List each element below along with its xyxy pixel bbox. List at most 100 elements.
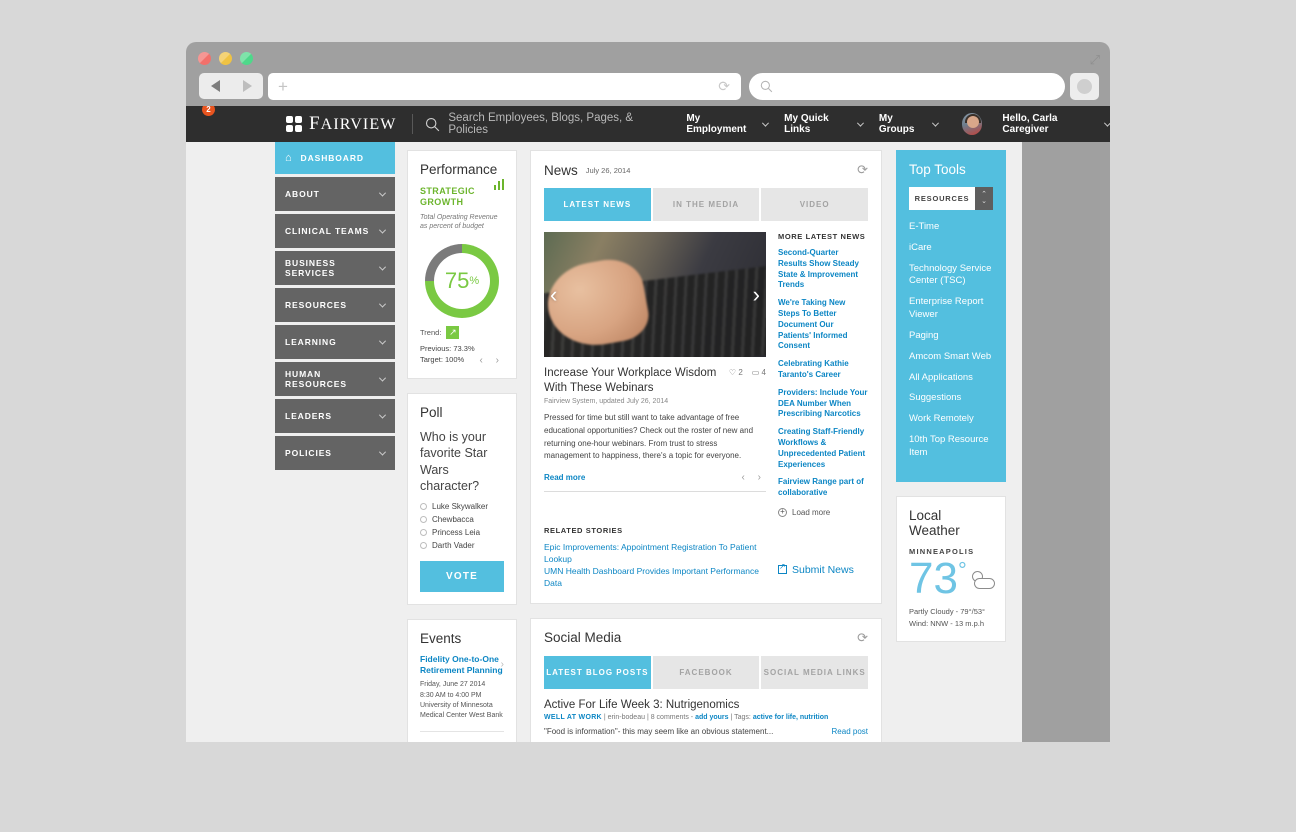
article-body: Pressed for time but still want to take … [544, 413, 754, 461]
sidebar-item-learning[interactable]: LEARNING [275, 325, 395, 359]
news-link[interactable]: Providers: Include Your DEA Number When … [778, 388, 868, 420]
poll-option-luke-skywalker[interactable]: Luke Skywalker [420, 502, 504, 511]
related-heading: RELATED STORIES [544, 525, 623, 535]
logo-text: FAIRVIEW [309, 113, 397, 134]
stepper-icon[interactable]: ⌃ ⌄ [975, 187, 993, 210]
carousel-next-button[interactable]: › [753, 282, 760, 308]
tool-link-suggestions[interactable]: Suggestions [909, 392, 993, 405]
event-item[interactable]: Employee Forums at 400 Stinson Monday, J… [420, 741, 504, 742]
tab-social-media-links[interactable]: SOCIAL MEDIA LINKS [761, 655, 869, 689]
window-controls[interactable] [198, 52, 253, 65]
radio-icon[interactable] [420, 503, 427, 511]
radio-icon[interactable] [420, 542, 427, 550]
new-tab-icon[interactable]: + [278, 78, 288, 95]
nav-my-groups[interactable]: My Groups [879, 113, 939, 135]
notification-badge[interactable]: 2 [202, 106, 215, 116]
sidebar-item-human-resources[interactable]: HUMAN RESOURCES [275, 362, 395, 396]
tab-facebook[interactable]: FACEBOOK [652, 655, 760, 689]
news-link[interactable]: We're Taking New Steps To Better Documen… [778, 298, 868, 352]
events-widget: Events Fidelity One-to-One Retirement Pl… [407, 619, 517, 742]
radio-icon[interactable] [420, 529, 427, 537]
refresh-icon[interactable]: ⟳ [857, 162, 868, 178]
news-link[interactable]: Fairview Range part of collaborative [778, 477, 868, 499]
event-item[interactable]: Fidelity One-to-One Retirement Planning … [420, 654, 504, 732]
sidebar-item-business-services[interactable]: BUSINESS SERVICES [275, 251, 395, 285]
poll-option-princess-leia[interactable]: Princess Leia [420, 528, 504, 537]
tool-link-work-remotely[interactable]: Work Remotely [909, 413, 993, 426]
post-tags[interactable]: active for life, nutrition [753, 714, 828, 721]
carousel-prev-button[interactable]: ‹ [550, 282, 557, 308]
tool-link-all-applications[interactable]: All Applications [909, 372, 993, 385]
article-title[interactable]: Increase Your Workplace Wisdom With Thes… [544, 366, 729, 395]
nav-my-quick-links[interactable]: My Quick Links [784, 113, 864, 135]
tab-latest-blog-posts[interactable]: LATEST BLOG POSTS [544, 655, 651, 689]
tool-link-technology-service-center[interactable]: Technology Service Center (TSC) [909, 263, 993, 289]
news-link[interactable]: Celebrating Kathie Taranto's Career [778, 359, 868, 381]
article-pager[interactable]: ‹ › [742, 472, 766, 483]
related-link[interactable]: UMN Health Dashboard Provides Important … [544, 566, 766, 590]
nav-label: My Quick Links [784, 113, 829, 135]
sidebar-item-about[interactable]: ABOUT [275, 177, 395, 211]
nav-my-employment[interactable]: My Employment [686, 113, 770, 135]
tool-link-amcom-smart-web[interactable]: Amcom Smart Web [909, 351, 993, 364]
submit-news-label: Submit News [792, 563, 854, 576]
resources-selector-label[interactable]: RESOURCES [909, 187, 975, 210]
tool-link-e-time[interactable]: E-Time [909, 221, 993, 234]
tab-video[interactable]: VIDEO [761, 188, 869, 221]
tool-link-icare[interactable]: iCare [909, 242, 993, 255]
post-blog-name[interactable]: WELL AT WORK [544, 714, 602, 721]
browser-profile-button[interactable] [1070, 73, 1099, 100]
radio-icon[interactable] [420, 516, 427, 524]
maximize-window-button[interactable] [240, 52, 253, 65]
news-hero-image[interactable]: ‹ › [544, 232, 766, 357]
sidebar-item-leaders[interactable]: LEADERS [275, 399, 395, 433]
submit-news-button[interactable]: Submit News [778, 562, 854, 576]
tool-link-enterprise-report-viewer[interactable]: Enterprise Report Viewer [909, 296, 993, 322]
fairview-logo[interactable]: FAIRVIEW [286, 113, 396, 135]
article-read-more-link[interactable]: Read more [544, 473, 585, 482]
reload-icon[interactable]: ⟳ [718, 78, 730, 95]
minimize-window-button[interactable] [219, 52, 232, 65]
load-more-button[interactable]: + Load more [778, 507, 868, 517]
tab-in-the-media[interactable]: IN THE MEDIA [652, 188, 760, 221]
site-search[interactable]: Search Employees, Blogs, Pages, & Polici… [425, 112, 664, 136]
nav-buttons[interactable] [199, 73, 263, 99]
post-add-yours-link[interactable]: add yours [695, 714, 728, 721]
like-icon[interactable]: ♡ 2 [729, 368, 743, 377]
post-read-link[interactable]: Read post [832, 727, 868, 736]
tool-link-paging[interactable]: Paging [909, 330, 993, 343]
resources-selector[interactable]: RESOURCES ⌃ ⌄ [909, 187, 993, 210]
like-count: 2 [738, 368, 743, 377]
browser-window: + ⟳ ⤢ FAIRVIEW Search Employees, Blogs, … [186, 42, 1110, 742]
poll-option-chewbacca[interactable]: Chewbacca [420, 515, 504, 524]
performance-pager[interactable]: ‹ › [480, 355, 504, 366]
sidebar-item-policies[interactable]: POLICIES [275, 436, 395, 470]
sidebar-item-resources[interactable]: RESOURCES [275, 288, 395, 322]
sidebar-item-dashboard[interactable]: ⌂ DASHBOARD [275, 142, 395, 174]
related-link[interactable]: Epic Improvements: Appointment Registrat… [544, 542, 766, 566]
chevron-right-icon[interactable]: › [501, 659, 504, 670]
chevron-down-icon [378, 374, 387, 382]
comment-icon[interactable]: ▭ 4 [752, 368, 766, 377]
refresh-icon[interactable]: ⟳ [857, 630, 868, 646]
close-window-button[interactable] [198, 52, 211, 65]
header-nav: My Employment My Quick Links My Groups 2… [202, 106, 1110, 135]
vote-button[interactable]: VOTE [420, 561, 504, 593]
forward-button[interactable] [231, 73, 263, 99]
tab-latest-news[interactable]: LATEST NEWS [544, 188, 651, 221]
news-link[interactable]: Second-Quarter Results Show Steady State… [778, 248, 868, 291]
tool-link-10th-top-resource-item[interactable]: 10th Top Resource Item [909, 434, 993, 460]
post-tags-label: Tags: [734, 713, 751, 721]
address-bar[interactable]: + ⟳ [268, 73, 741, 100]
back-button[interactable] [199, 73, 231, 99]
poll-option-darth-vader[interactable]: Darth Vader [420, 541, 504, 550]
fullscreen-icon[interactable]: ⤢ [1090, 52, 1100, 68]
browser-search-input[interactable] [749, 73, 1065, 100]
event-date: Friday, June 27 2014 [420, 681, 486, 689]
post-title[interactable]: Active For Life Week 3: Nutrigenomics [544, 699, 868, 711]
avatar[interactable] [961, 113, 983, 135]
performance-target: Target: 100% [420, 355, 465, 365]
news-link[interactable]: Creating Staff-Friendly Workflows & Unpr… [778, 427, 868, 470]
sidebar-item-clinical-teams[interactable]: CLINICAL TEAMS [275, 214, 395, 248]
user-menu[interactable]: Hello, Carla Caregiver [1002, 113, 1110, 135]
